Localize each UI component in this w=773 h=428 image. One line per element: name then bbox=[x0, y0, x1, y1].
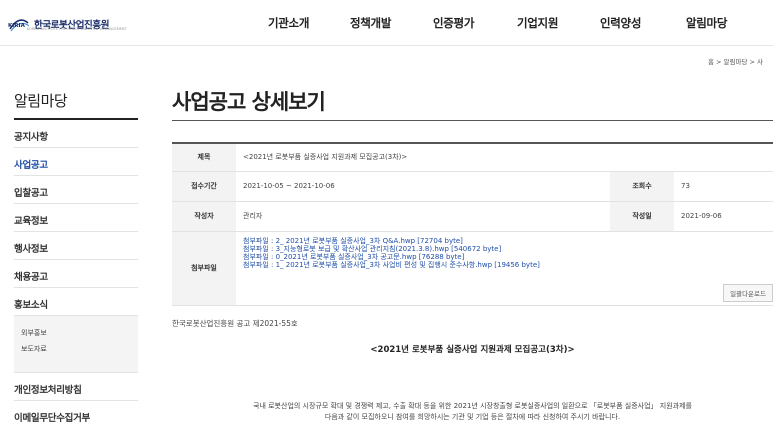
sidebar-item-pr-news[interactable]: 홍보소식 bbox=[14, 288, 138, 316]
subject-value: <2021년 로봇부품 실증사업 지원과제 모집공고(3차)> bbox=[236, 142, 773, 172]
period-value: 2021-10-05 ~ 2021-10-06 bbox=[236, 171, 610, 202]
page-title: 사업공고 상세보기 bbox=[172, 90, 326, 114]
sidebar-item-business-announcements[interactable]: 사업공고 bbox=[14, 148, 138, 176]
attachment-link[interactable]: 첨부파일 : 0_2021년 로봇부품 실증사업_3차 공고문.hwp [762… bbox=[243, 253, 773, 261]
notice-body-line: 다음과 같이 모집하오니 참여를 희망하시는 기관 및 기업 등은 절차에 따라… bbox=[324, 413, 621, 421]
attachment-link[interactable]: 첨부파일 : 1_ 2021년 로봇부품 실증사업_3차 사업비 편성 및 집행… bbox=[243, 261, 773, 269]
sidebar-item-recruitment[interactable]: 채용공고 bbox=[14, 260, 138, 288]
sidebar: 알림마당 공지사항 사업공고 입찰공고 교육정보 행사정보 채용공고 홍보소식 … bbox=[14, 90, 138, 428]
title-divider bbox=[172, 120, 773, 121]
detail-table: 제목 <2021년 로봇부품 실증사업 지원과제 모집공고(3차)> 접수기간 … bbox=[172, 142, 773, 306]
date-value: 2021-09-06 bbox=[674, 201, 773, 232]
sidebar-item-education[interactable]: 교육정보 bbox=[14, 204, 138, 232]
views-value: 73 bbox=[674, 171, 773, 202]
table-row: 제목 <2021년 로봇부품 실증사업 지원과제 모집공고(3차)> bbox=[172, 142, 773, 172]
attachment-link[interactable]: 첨부파일 : 2_ 2021년 로봇부품 실증사업_3차 Q&A.hwp [72… bbox=[243, 237, 773, 245]
sidebar-item-notices[interactable]: 공지사항 bbox=[14, 120, 138, 148]
attachment-link[interactable]: 첨부파일 : 3_지능형로봇 보급 및 확산사업 관리지침(2021.3.8).… bbox=[243, 245, 773, 253]
files-label: 첨부파일 bbox=[172, 231, 236, 306]
main-navigation: 기관소개 정책개발 인증평가 기업지원 인력양성 알림마당 bbox=[0, 15, 773, 31]
sidebar-title: 알림마당 bbox=[14, 90, 138, 120]
views-label: 조회수 bbox=[610, 171, 674, 202]
sidebar-item-bids[interactable]: 입찰공고 bbox=[14, 176, 138, 204]
table-row: 작성자 관리자 작성일 2021-09-06 bbox=[172, 201, 773, 232]
sidebar-item-privacy-policy[interactable]: 개인정보처리방침 bbox=[14, 373, 138, 401]
notice-body: 국내 로봇산업의 시장규모 확대 및 경쟁력 제고, 수출 확대 등을 위한 2… bbox=[172, 401, 773, 423]
files-cell: 첨부파일 : 2_ 2021년 로봇부품 실증사업_3차 Q&A.hwp [72… bbox=[236, 231, 773, 306]
notice-title: <2021년 로봇부품 실증사업 지원과제 모집공고(3차)> bbox=[370, 345, 575, 355]
sidebar-subitem-press-release[interactable]: 보도자료 bbox=[21, 344, 138, 360]
date-label: 작성일 bbox=[610, 201, 674, 232]
author-label: 작성자 bbox=[172, 201, 236, 232]
download-all-button[interactable]: 일괄다운로드 bbox=[723, 284, 773, 302]
nav-item-notice[interactable]: 알림마당 bbox=[686, 15, 727, 31]
nav-item-certification[interactable]: 인증평가 bbox=[433, 15, 474, 31]
notice-number: 한국로봇산업진흥원 공고 제2021-55호 bbox=[172, 319, 298, 328]
sidebar-submenu: 외부홍보 보도자료 bbox=[14, 316, 138, 373]
sidebar-subitem-external-pr[interactable]: 외부홍보 bbox=[21, 328, 138, 344]
subject-label: 제목 bbox=[172, 142, 236, 172]
nav-item-about[interactable]: 기관소개 bbox=[268, 15, 309, 31]
nav-item-training[interactable]: 인력양성 bbox=[600, 15, 641, 31]
site-header: KIRIA 한국로봇산업진흥원 KOREA INSTITUTE FOR ROBO… bbox=[0, 0, 773, 46]
period-label: 접수기간 bbox=[172, 171, 236, 202]
table-row: 첨부파일 첨부파일 : 2_ 2021년 로봇부품 실증사업_3차 Q&A.hw… bbox=[172, 231, 773, 306]
breadcrumb: 홈 > 알림마당 > 사 bbox=[708, 58, 764, 66]
notice-body-line: 국내 로봇산업의 시장규모 확대 및 경쟁력 제고, 수출 확대 등을 위한 2… bbox=[253, 402, 692, 410]
table-row: 접수기간 2021-10-05 ~ 2021-10-06 조회수 73 bbox=[172, 171, 773, 202]
author-value: 관리자 bbox=[236, 201, 610, 232]
nav-item-policy[interactable]: 정책개발 bbox=[350, 15, 391, 31]
sidebar-item-email-refusal[interactable]: 이메일무단수집거부 bbox=[14, 401, 138, 428]
nav-item-business-support[interactable]: 기업지원 bbox=[517, 15, 558, 31]
sidebar-item-events[interactable]: 행사정보 bbox=[14, 232, 138, 260]
